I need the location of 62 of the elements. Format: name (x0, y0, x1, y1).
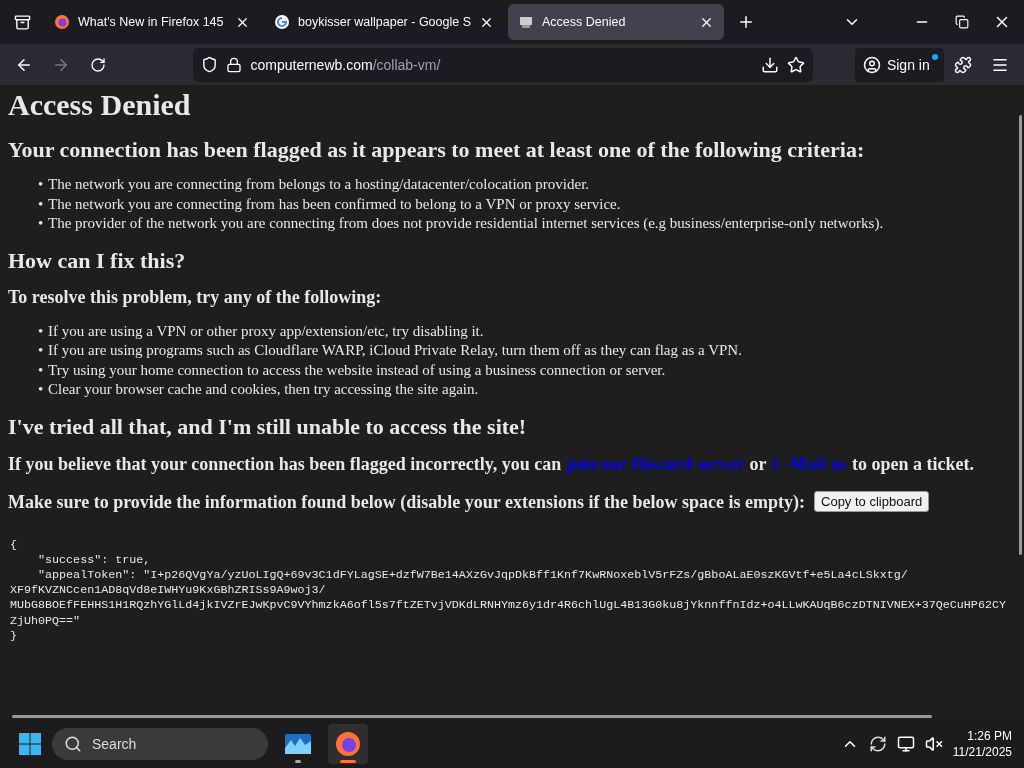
code-line: "success": true, (37, 552, 151, 568)
browser-tab[interactable]: Access Denied (508, 4, 724, 40)
section-heading: I've tried all that, and I'm still unable to access the site! (8, 413, 528, 440)
puzzle-piece-icon[interactable] (954, 55, 973, 74)
new-tab-icon[interactable] (737, 13, 755, 31)
google-icon (274, 14, 290, 30)
list-item: Clear your browser cache and cookies, then try accessing the site again. (48, 380, 479, 399)
sync-icon[interactable] (868, 735, 887, 753)
list-item: The network you are connecting from has been confirmed to belong to a VPN or proxy service. (48, 194, 621, 214)
list-item: If you are using programs such as Cloudflare WARP, iCloud Private Relay, turn them off as they can flag as a VPN. (48, 341, 742, 360)
list-item: The provider of the network you are connecting from does not provide residential internet services (e.g business/enterprise-only networks). (48, 214, 884, 233)
firefox-taskbar-icon[interactable] (328, 724, 368, 764)
bullet: • (38, 341, 43, 360)
lock-icon (226, 56, 243, 73)
section-heading: How can I fix this? (8, 247, 187, 274)
firefox-icon (54, 14, 70, 30)
notification-dot (931, 53, 938, 60)
search-icon (64, 735, 82, 753)
windows-start-icon[interactable] (18, 732, 42, 756)
browser-tab[interactable]: What's New in Firefox 145 (44, 4, 260, 40)
bullet: • (38, 194, 43, 214)
code-line: ZjUh0PQ==" (10, 613, 81, 629)
browser-tab[interactable]: boykisser wallpaper - Google S (264, 4, 504, 40)
bullet: • (38, 214, 43, 233)
copy-button[interactable]: Copy to clipboard (814, 491, 930, 512)
bullet: • (38, 175, 43, 194)
code-line: { (10, 537, 17, 553)
page-title: Access Denied (8, 87, 192, 123)
bullet: • (38, 321, 43, 341)
account-icon (862, 55, 881, 74)
tab-title: boykisser wallpaper - Google S (298, 15, 471, 29)
paragraph-text: or (749, 452, 767, 476)
code-line: XF9fKVZNCcen1AD8qVd8eIWHYu9KxGBhZRISs9A9woj3/ (10, 583, 326, 599)
taskbar-clock[interactable]: 1:26 PM 11/21/2025 (952, 728, 1012, 760)
list-item: If you are using a VPN or other proxy app/extension/etc, try disabling it. (48, 321, 484, 341)
network-icon[interactable] (896, 735, 915, 753)
reload-icon[interactable] (89, 56, 106, 73)
download-icon[interactable] (760, 55, 779, 74)
tab-title: Access Denied (542, 15, 627, 29)
url-text: computernewb.com/collab-vm/ (250, 56, 441, 73)
paragraph-text: to open a ticket. (852, 452, 974, 476)
computer-icon (518, 14, 534, 30)
taskbar-search-field[interactable]: Search (52, 728, 268, 760)
bookmark-star-icon[interactable] (786, 55, 805, 74)
muted-speaker-icon[interactable] (924, 735, 943, 753)
restore-icon[interactable] (955, 15, 969, 29)
tab-title: What's New in Firefox 145 (78, 15, 225, 29)
code-line: MUbG8BOEfFEHHS1H1RQzhYGlLd4jkIVZrEJwKpvC9VYhmzkA6ofl5s7ftZETvjVDKdLRNHYmz6y1dr4R6chlUgL4B13G0ku8jYknnffnIdz+o4LLwKAUqB6czDTNIVNEX+37QeCuHP62CY (10, 598, 1006, 614)
code-line: "appealToken": "I+p26QVgYa/yzUoLIgQ+69v3C1dFYLagSE+dzfW7Be14AXzGvJqpDkBff1Knf7KwRNoxeblV5rFZs/gBboALaE0szKGVtf+e5La4cLSkxtg/ (37, 567, 908, 584)
address-bar[interactable]: computernewb.com/collab-vm/ (193, 47, 813, 82)
list-item: The network you are connecting from belongs to a hosting/datacenter/colocation provider. (48, 175, 590, 194)
section-heading: Your connection has been flagged as it appears to meet at least one of the following criteria: (8, 137, 866, 163)
shield-icon (201, 56, 219, 73)
tab-list-icon[interactable] (13, 13, 31, 31)
sign-in-button[interactable]: Sign in (854, 47, 944, 82)
bullet: • (38, 360, 43, 380)
subheading: To resolve this problem, try any of the following: (8, 285, 383, 308)
code-line: } (10, 628, 17, 644)
list-item: Try using your home connection to access the website instead of using a business connection or server. (48, 360, 666, 380)
paragraph-text: Make sure to provide the information found below (disable your extensions if the below space is empty): (8, 490, 805, 514)
paragraph-text: If you believe that your connection has been flagged incorrectly, you can (8, 452, 562, 476)
bullet: • (38, 380, 43, 399)
